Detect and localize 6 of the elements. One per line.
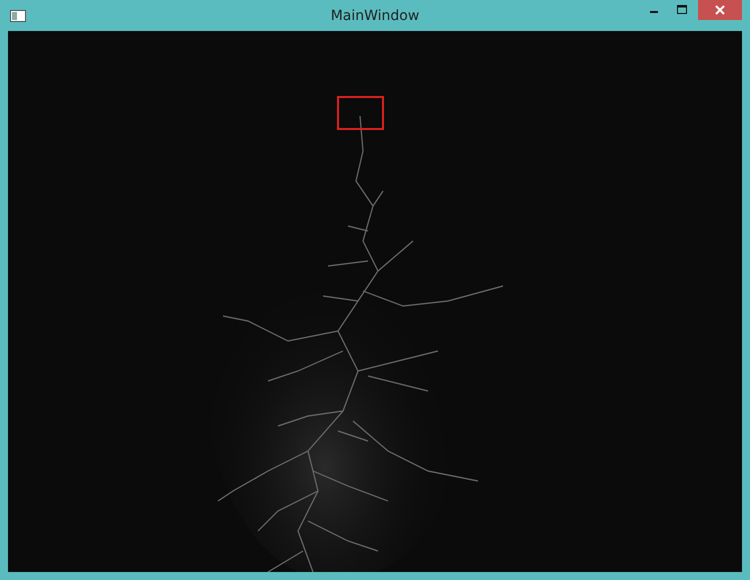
window-title: MainWindow bbox=[330, 8, 420, 24]
close-icon bbox=[715, 5, 725, 15]
selection-rectangle[interactable] bbox=[337, 96, 384, 130]
maximize-icon bbox=[677, 5, 687, 15]
close-button[interactable] bbox=[698, 0, 742, 20]
app-icon bbox=[10, 10, 26, 22]
